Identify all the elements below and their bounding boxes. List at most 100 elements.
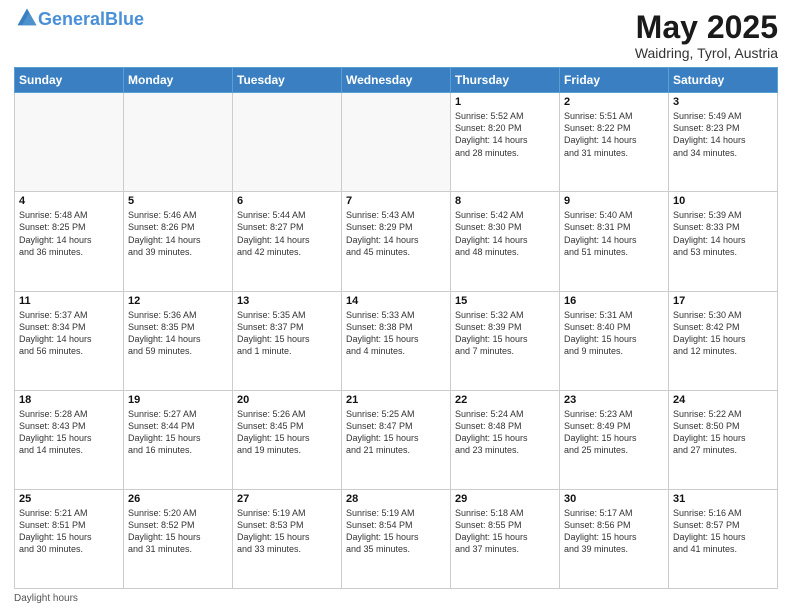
day-number: 15 [455, 295, 555, 307]
logo-icon [16, 7, 38, 29]
cell-text: Sunrise: 5:39 AM Sunset: 8:33 PM Dayligh… [673, 209, 773, 258]
header: GeneralBlue May 2025 Waidring, Tyrol, Au… [14, 10, 778, 61]
logo-line1: General [38, 9, 105, 29]
day-number: 31 [673, 493, 773, 505]
calendar-cell: 17 Sunrise: 5:30 AM Sunset: 8:42 PM Dayli… [669, 291, 778, 390]
page: GeneralBlue May 2025 Waidring, Tyrol, Au… [0, 0, 792, 612]
day-number: 18 [19, 394, 119, 406]
subtitle: Waidring, Tyrol, Austria [635, 45, 778, 61]
cell-text: Sunrise: 5:37 AM Sunset: 8:34 PM Dayligh… [19, 309, 119, 358]
logo-line2: Blue [105, 9, 144, 29]
day-number: 29 [455, 493, 555, 505]
day-number: 21 [346, 394, 446, 406]
calendar-cell [233, 93, 342, 192]
logo-text: GeneralBlue [38, 10, 144, 30]
day-number: 10 [673, 195, 773, 207]
day-number: 1 [455, 96, 555, 108]
cell-text: Sunrise: 5:28 AM Sunset: 8:43 PM Dayligh… [19, 408, 119, 457]
cell-text: Sunrise: 5:19 AM Sunset: 8:54 PM Dayligh… [346, 507, 446, 556]
cell-text: Sunrise: 5:26 AM Sunset: 8:45 PM Dayligh… [237, 408, 337, 457]
calendar-cell: 7 Sunrise: 5:43 AM Sunset: 8:29 PM Daylig… [342, 192, 451, 291]
calendar-cell: 1 Sunrise: 5:52 AM Sunset: 8:20 PM Daylig… [451, 93, 560, 192]
day-number: 16 [564, 295, 664, 307]
cell-text: Sunrise: 5:43 AM Sunset: 8:29 PM Dayligh… [346, 209, 446, 258]
calendar-cell: 2 Sunrise: 5:51 AM Sunset: 8:22 PM Daylig… [560, 93, 669, 192]
cell-text: Sunrise: 5:42 AM Sunset: 8:30 PM Dayligh… [455, 209, 555, 258]
calendar-cell: 6 Sunrise: 5:44 AM Sunset: 8:27 PM Daylig… [233, 192, 342, 291]
col-header-tuesday: Tuesday [233, 68, 342, 93]
cell-text: Sunrise: 5:25 AM Sunset: 8:47 PM Dayligh… [346, 408, 446, 457]
calendar-cell: 28 Sunrise: 5:19 AM Sunset: 8:54 PM Dayli… [342, 489, 451, 588]
calendar-cell: 10 Sunrise: 5:39 AM Sunset: 8:33 PM Dayli… [669, 192, 778, 291]
calendar-cell: 21 Sunrise: 5:25 AM Sunset: 8:47 PM Dayli… [342, 390, 451, 489]
cell-text: Sunrise: 5:49 AM Sunset: 8:23 PM Dayligh… [673, 110, 773, 159]
day-number: 13 [237, 295, 337, 307]
col-header-wednesday: Wednesday [342, 68, 451, 93]
calendar-cell [124, 93, 233, 192]
cell-text: Sunrise: 5:51 AM Sunset: 8:22 PM Dayligh… [564, 110, 664, 159]
cell-text: Sunrise: 5:24 AM Sunset: 8:48 PM Dayligh… [455, 408, 555, 457]
day-number: 23 [564, 394, 664, 406]
cell-text: Sunrise: 5:30 AM Sunset: 8:42 PM Dayligh… [673, 309, 773, 358]
header-row: SundayMondayTuesdayWednesdayThursdayFrid… [15, 68, 778, 93]
col-header-saturday: Saturday [669, 68, 778, 93]
cell-text: Sunrise: 5:23 AM Sunset: 8:49 PM Dayligh… [564, 408, 664, 457]
day-number: 8 [455, 195, 555, 207]
day-number: 25 [19, 493, 119, 505]
day-number: 24 [673, 394, 773, 406]
day-number: 14 [346, 295, 446, 307]
day-number: 4 [19, 195, 119, 207]
calendar-cell: 26Sunrise: 5:20 AM Sunset: 8:52 PM Dayli… [124, 489, 233, 588]
calendar-cell: 11 Sunrise: 5:37 AM Sunset: 8:34 PM Dayli… [15, 291, 124, 390]
week-row-3: 11 Sunrise: 5:37 AM Sunset: 8:34 PM Dayli… [15, 291, 778, 390]
cell-text: Sunrise: 5:48 AM Sunset: 8:25 PM Dayligh… [19, 209, 119, 258]
calendar-cell: 3 Sunrise: 5:49 AM Sunset: 8:23 PM Daylig… [669, 93, 778, 192]
day-number: 3 [673, 96, 773, 108]
calendar-cell: 27Sunrise: 5:19 AM Sunset: 8:53 PM Dayli… [233, 489, 342, 588]
day-number: 12 [128, 295, 228, 307]
calendar-cell: 14Sunrise: 5:33 AM Sunset: 8:38 PM Dayli… [342, 291, 451, 390]
cell-text: Sunrise: 5:20 AM Sunset: 8:52 PM Dayligh… [128, 507, 228, 556]
col-header-monday: Monday [124, 68, 233, 93]
calendar-cell: 18 Sunrise: 5:28 AM Sunset: 8:43 PM Dayli… [15, 390, 124, 489]
day-number: 28 [346, 493, 446, 505]
cell-text: Sunrise: 5:17 AM Sunset: 8:56 PM Dayligh… [564, 507, 664, 556]
day-number: 20 [237, 394, 337, 406]
calendar-cell: 13Sunrise: 5:35 AM Sunset: 8:37 PM Dayli… [233, 291, 342, 390]
week-row-1: 1 Sunrise: 5:52 AM Sunset: 8:20 PM Daylig… [15, 93, 778, 192]
calendar-cell: 4 Sunrise: 5:48 AM Sunset: 8:25 PM Daylig… [15, 192, 124, 291]
week-row-4: 18 Sunrise: 5:28 AM Sunset: 8:43 PM Dayli… [15, 390, 778, 489]
calendar-cell: 25Sunrise: 5:21 AM Sunset: 8:51 PM Dayli… [15, 489, 124, 588]
cell-text: Sunrise: 5:31 AM Sunset: 8:40 PM Dayligh… [564, 309, 664, 358]
day-number: 19 [128, 394, 228, 406]
calendar-cell: 23 Sunrise: 5:23 AM Sunset: 8:49 PM Dayli… [560, 390, 669, 489]
cell-text: Sunrise: 5:16 AM Sunset: 8:57 PM Dayligh… [673, 507, 773, 556]
cell-text: Sunrise: 5:36 AM Sunset: 8:35 PM Dayligh… [128, 309, 228, 358]
col-header-sunday: Sunday [15, 68, 124, 93]
cell-text: Sunrise: 5:19 AM Sunset: 8:53 PM Dayligh… [237, 507, 337, 556]
day-number: 7 [346, 195, 446, 207]
day-number: 30 [564, 493, 664, 505]
footer-note: Daylight hours [14, 593, 778, 604]
calendar-cell: 15 Sunrise: 5:32 AM Sunset: 8:39 PM Dayli… [451, 291, 560, 390]
title-area: May 2025 Waidring, Tyrol, Austria [635, 10, 778, 61]
cell-text: Sunrise: 5:27 AM Sunset: 8:44 PM Dayligh… [128, 408, 228, 457]
calendar-cell [342, 93, 451, 192]
week-row-2: 4 Sunrise: 5:48 AM Sunset: 8:25 PM Daylig… [15, 192, 778, 291]
cell-text: Sunrise: 5:52 AM Sunset: 8:20 PM Dayligh… [455, 110, 555, 159]
calendar-cell: 22 Sunrise: 5:24 AM Sunset: 8:48 PM Dayli… [451, 390, 560, 489]
day-number: 17 [673, 295, 773, 307]
cell-text: Sunrise: 5:18 AM Sunset: 8:55 PM Dayligh… [455, 507, 555, 556]
day-number: 11 [19, 295, 119, 307]
cell-text: Sunrise: 5:32 AM Sunset: 8:39 PM Dayligh… [455, 309, 555, 358]
calendar-cell: 8 Sunrise: 5:42 AM Sunset: 8:30 PM Daylig… [451, 192, 560, 291]
calendar-table: SundayMondayTuesdayWednesdayThursdayFrid… [14, 67, 778, 589]
cell-text: Sunrise: 5:44 AM Sunset: 8:27 PM Dayligh… [237, 209, 337, 258]
col-header-friday: Friday [560, 68, 669, 93]
day-number: 6 [237, 195, 337, 207]
day-number: 2 [564, 96, 664, 108]
footer-text: Daylight hours [14, 593, 78, 604]
day-number: 22 [455, 394, 555, 406]
calendar-cell: 30 Sunrise: 5:17 AM Sunset: 8:56 PM Dayli… [560, 489, 669, 588]
calendar-cell: 29 Sunrise: 5:18 AM Sunset: 8:55 PM Dayli… [451, 489, 560, 588]
